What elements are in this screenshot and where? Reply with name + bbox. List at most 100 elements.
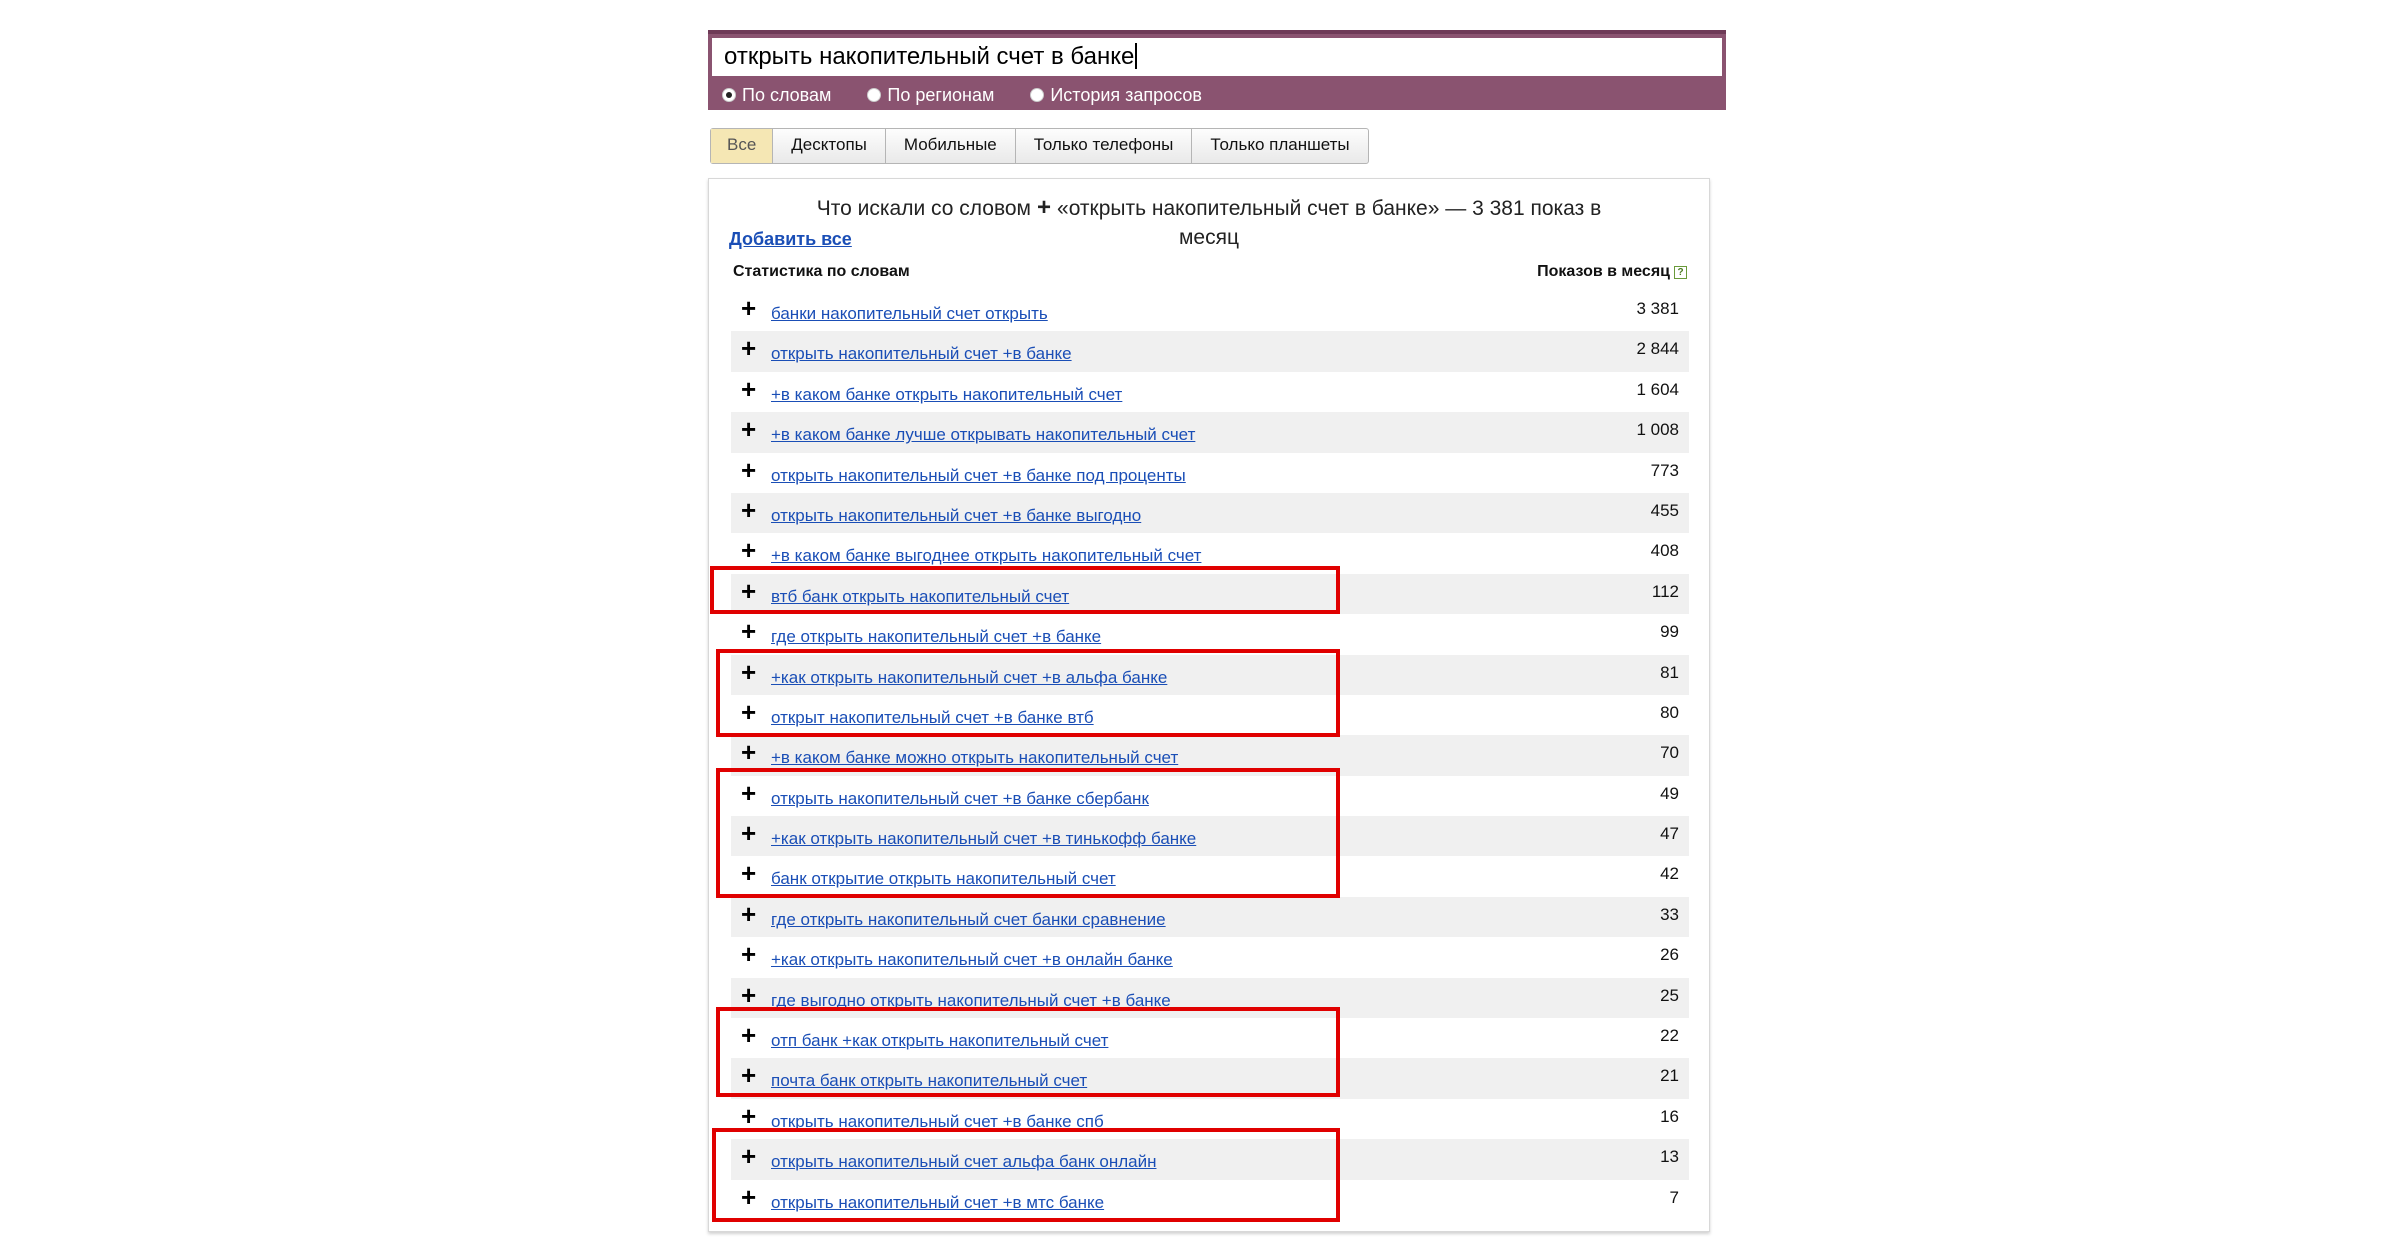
phrase-link[interactable]: +как открыть накопительный счет +в тиньк… — [771, 829, 1196, 849]
shows-count: 455 — [1650, 500, 1679, 520]
heading-query: «открыть накопительный счет в банке» — 3… — [1057, 197, 1602, 220]
add-all-link[interactable]: Добавить все — [729, 229, 852, 250]
table-row: + открыть накопительный счет +в банке сбе… — [731, 776, 1689, 816]
phrase-link[interactable]: открыть накопительный счет +в банке выго… — [771, 506, 1141, 526]
add-phrase-icon[interactable]: + — [741, 941, 756, 967]
shows-count: 49 — [1660, 783, 1679, 803]
shows-count: 112 — [1651, 581, 1679, 601]
add-phrase-icon[interactable]: + — [741, 780, 756, 806]
phrase-link[interactable]: втб банк открыть накопительный счет — [771, 587, 1069, 607]
table-row: + где открыть накопительный счет +в банке… — [731, 614, 1689, 654]
add-phrase-icon[interactable]: + — [741, 578, 756, 604]
search-mode-group: По словам По регионам История запросов — [722, 82, 1202, 108]
phrase-link[interactable]: +в каком банке можно открыть накопительн… — [771, 748, 1178, 768]
add-phrase-icon[interactable]: + — [741, 901, 756, 927]
tab-tablets-only[interactable]: Только планшеты — [1192, 129, 1367, 163]
add-phrase-icon[interactable]: + — [741, 1022, 756, 1048]
shows-count: 1 604 — [1636, 379, 1679, 399]
phrase-link[interactable]: открыть накопительный счет +в банке спб — [771, 1112, 1104, 1132]
add-phrase-icon[interactable]: + — [741, 1103, 756, 1129]
add-phrase-icon[interactable]: + — [741, 1184, 756, 1210]
radio-query-history[interactable]: История запросов — [1030, 82, 1202, 108]
heading-prefix: Что искали со словом — [816, 197, 1031, 220]
search-bar: открыть накопительный счет в банке По сл… — [708, 30, 1726, 110]
add-phrase-icon[interactable]: + — [741, 739, 756, 765]
tab-phones-only[interactable]: Только телефоны — [1016, 129, 1193, 163]
add-phrase-icon[interactable]: + — [741, 820, 756, 846]
phrase-link[interactable]: почта банк открыть накопительный счет — [771, 1071, 1087, 1091]
shows-count: 26 — [1660, 945, 1679, 965]
table-row: + где открыть накопительный счет банки ср… — [731, 896, 1689, 938]
add-phrase-icon[interactable]: + — [741, 618, 756, 644]
radio-button-icon[interactable] — [867, 88, 882, 102]
add-phrase-icon[interactable]: + — [741, 295, 756, 321]
phrase-link[interactable]: где открыть накопительный счет банки сра… — [771, 910, 1166, 930]
shows-count: 47 — [1660, 824, 1679, 844]
table-row: + банки накопительный счет открыть 3 381 — [731, 291, 1689, 331]
add-phrase-icon[interactable]: + — [741, 416, 756, 442]
add-phrase-icon[interactable]: + — [741, 982, 756, 1008]
add-phrase-icon[interactable]: + — [741, 699, 756, 725]
phrase-link[interactable]: открыть накопительный счет +в банке — [771, 344, 1072, 364]
table-row: + открыть накопительный счет +в банке под… — [731, 453, 1689, 493]
add-phrase-icon[interactable]: + — [741, 860, 756, 886]
radio-by-words[interactable]: По словам — [722, 82, 831, 108]
phrase-link[interactable]: отп банк +как открыть накопительный счет — [771, 1031, 1108, 1051]
radio-label: По регионам — [887, 84, 995, 105]
add-phrase-icon[interactable]: + — [741, 537, 756, 563]
phrase-link[interactable]: открыть накопительный счет +в банке под … — [771, 466, 1186, 486]
table-row: + где выгодно открыть накопительный счет … — [731, 977, 1689, 1019]
table-row: + отп банк +как открыть накопительный сче… — [731, 1018, 1689, 1058]
phrase-link[interactable]: открыт накопительный счет +в банке втб — [771, 708, 1094, 728]
phrase-link[interactable]: +в каком банке выгоднее открыть накопите… — [771, 546, 1201, 566]
table-row: + +в каком банке выгоднее открыть накопит… — [731, 533, 1689, 573]
add-phrase-icon[interactable]: + — [741, 376, 756, 402]
phrase-link[interactable]: +в каком банке открыть накопительный сче… — [771, 385, 1122, 405]
table-row: + открыть накопительный счет +в банке 2 84… — [731, 331, 1689, 372]
add-phrase-icon[interactable]: + — [741, 1062, 756, 1088]
help-icon[interactable]: ? — [1674, 265, 1687, 279]
phrase-link[interactable]: +как открыть накопительный счет +в онлай… — [771, 950, 1173, 970]
device-tabs: Все Десктопы Мобильные Только телефоны Т… — [710, 128, 1369, 164]
table-row: + +в каком банке лучше открывать накопите… — [731, 412, 1689, 453]
radio-button-icon[interactable] — [722, 88, 736, 102]
tab-mobile[interactable]: Мобильные — [886, 129, 1016, 163]
add-phrase-icon[interactable]: + — [741, 335, 756, 361]
tab-desktops[interactable]: Десктопы — [773, 129, 886, 163]
phrase-link[interactable]: открыть накопительный счет +в банке сбер… — [771, 789, 1149, 809]
panel-heading: Что искали со словом + «открыть накопитель… — [709, 193, 1709, 252]
shows-count: 81 — [1660, 662, 1679, 682]
table-row: + банк открытие открыть накопительный сче… — [731, 856, 1689, 896]
shows-count: 21 — [1660, 1066, 1679, 1086]
add-phrase-icon[interactable]: + — [741, 659, 756, 685]
table-row: + почта банк открыть накопительный счет 21 — [731, 1058, 1689, 1099]
radio-button-icon[interactable] — [1030, 88, 1045, 102]
word-stats-panel: Что искали со словом + «открыть накопитель… — [708, 178, 1710, 1232]
shows-count: 80 — [1660, 702, 1679, 722]
add-phrase-icon[interactable]: + — [741, 497, 756, 523]
column-header-shows: Показов в месяц ? — [1537, 263, 1687, 281]
phrase-link[interactable]: где открыть накопительный счет +в банке — [771, 627, 1101, 647]
table-row: + +как открыть накопительный счет +в онла… — [731, 937, 1689, 977]
radio-by-regions[interactable]: По регионам — [867, 82, 994, 108]
phrase-link[interactable]: открыть накопительный счет альфа банк он… — [771, 1152, 1156, 1172]
shows-count: 13 — [1660, 1147, 1679, 1167]
add-phrase-icon[interactable]: + — [741, 1143, 756, 1169]
phrase-link[interactable]: +в каком банке лучше открывать накопител… — [771, 425, 1195, 445]
heading-suffix: месяц — [1178, 226, 1240, 249]
shows-count: 408 — [1650, 541, 1679, 561]
tab-all[interactable]: Все — [711, 129, 774, 163]
table-row: + +как открыть накопительный счет +в альф… — [731, 654, 1689, 695]
phrase-link[interactable]: открыть накопительный счет +в мтс банке — [771, 1193, 1104, 1213]
plus-icon: + — [1037, 194, 1052, 221]
phrase-link[interactable]: где выгодно открыть накопительный счет +… — [771, 991, 1171, 1011]
phrase-link[interactable]: банки накопительный счет открыть — [771, 304, 1048, 324]
table-row: + +в каком банке открыть накопительный сч… — [731, 372, 1689, 412]
search-input[interactable]: открыть накопительный счет в банке — [712, 38, 1722, 76]
phrase-link[interactable]: банк открытие открыть накопительный счет — [771, 869, 1116, 889]
add-phrase-icon[interactable]: + — [741, 457, 756, 483]
column-header-words: Статистика по словам — [733, 263, 910, 280]
phrase-link[interactable]: +как открыть накопительный счет +в альфа… — [771, 668, 1167, 688]
shows-count: 7 — [1669, 1187, 1679, 1207]
table-row: + открыт накопительный счет +в банке втб 8… — [731, 695, 1689, 735]
